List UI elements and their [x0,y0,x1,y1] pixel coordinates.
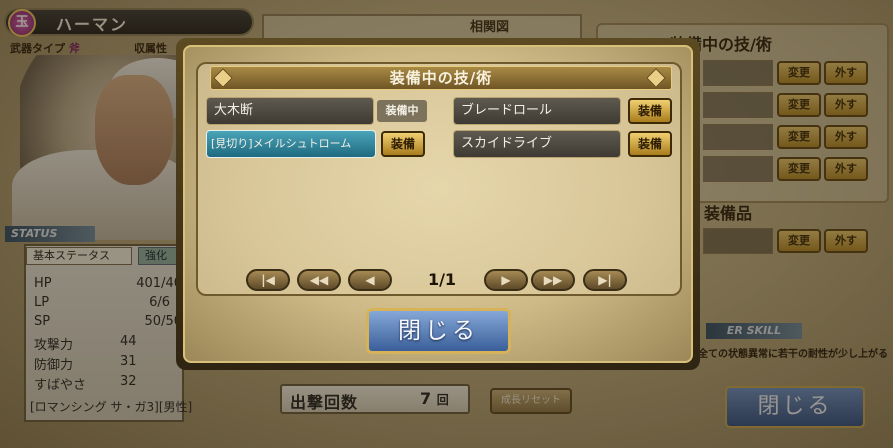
skill-slot-2[interactable]: ブレードロール [453,97,621,125]
modal-close-button[interactable]: 閉じる [366,308,511,354]
equip-button[interactable]: 装備 [628,98,672,124]
modal-title: 装備中の技/術 [389,69,493,87]
page-indicator: 1/1 [427,270,457,289]
equip-button[interactable]: 装備 [628,131,672,157]
skill-slot-4[interactable]: スカイドライブ [453,130,621,158]
skill-slot-3[interactable]: [見切り]メイルシュトローム [206,130,376,158]
equip-button[interactable]: 装備 [381,131,425,157]
skill-slot-1[interactable]: 大木断 [206,97,374,125]
equipped-badge: 装備中 [377,100,427,122]
next-fast-button[interactable]: ▶▶ [531,269,575,291]
next-page-button[interactable]: ▶ [484,269,528,291]
prev-fast-button[interactable]: ◀◀ [297,269,341,291]
last-page-button[interactable]: ▶| [583,269,627,291]
first-page-button[interactable]: |◀ [246,269,290,291]
prev-page-button[interactable]: ◀ [348,269,392,291]
